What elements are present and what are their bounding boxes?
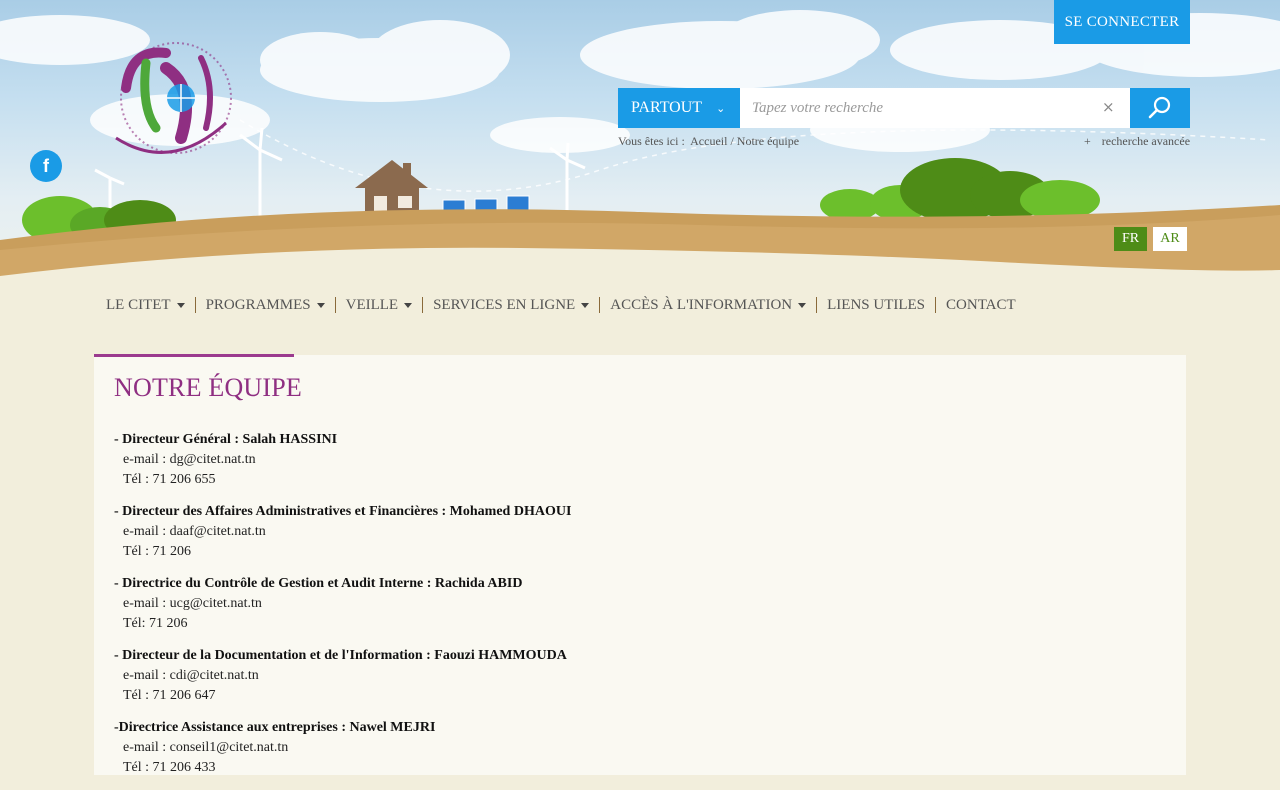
caret-down-icon [176, 302, 185, 308]
search-scope-label: PARTOUT [631, 99, 703, 116]
breadcrumb-separator: / [730, 134, 734, 148]
facebook-icon[interactable]: f [30, 150, 62, 182]
advanced-search-label: recherche avancée [1101, 134, 1191, 148]
breadcrumb-prefix: Vous êtes ici : [618, 134, 685, 148]
member-phone: Tél : 71 206 655 [123, 472, 216, 487]
nav-item-label: SERVICES EN LIGNE [433, 296, 576, 313]
member-email: e-mail : daaf@citet.nat.tn [123, 524, 266, 539]
nav-item-label: PROGRAMMES [205, 296, 311, 313]
member-role: - Directeur de la Documentation et de l'… [114, 648, 567, 663]
nav-item-services-en-ligne[interactable]: SERVICES EN LIGNE [422, 297, 599, 313]
member-phone: Tél : 71 206 433 [123, 760, 216, 775]
member-role: -Directrice Assistance aux entreprises :… [114, 720, 436, 735]
nav-item-contact[interactable]: CONTACT [935, 297, 1026, 313]
clear-search-icon[interactable]: × [1102, 98, 1115, 116]
caret-down-icon [404, 302, 413, 308]
breadcrumb-home-link[interactable]: Accueil [690, 134, 727, 148]
search-scope-dropdown[interactable]: PARTOUT ⌄ [618, 88, 740, 128]
nav-item-label: LE CITET [106, 296, 171, 313]
member-phone: Tél: 71 206 [123, 616, 188, 631]
breadcrumb: Vous êtes ici : Accueil / Notre équipe [618, 134, 799, 149]
team-member: - Directeur des Affaires Administratives… [114, 502, 571, 562]
login-button[interactable]: SE CONNECTER [1054, 0, 1190, 44]
member-role: - Directeur des Affaires Administratives… [114, 504, 572, 519]
chevron-down-icon: ⌄ [716, 101, 726, 115]
team-member: - Directeur Général : Salah HASSINI e-ma… [114, 430, 571, 490]
caret-down-icon [581, 302, 590, 308]
caret-down-icon [798, 302, 807, 308]
plus-icon: + [1084, 134, 1091, 148]
member-email: e-mail : cdi@citet.nat.tn [123, 668, 259, 683]
member-phone: Tél : 71 206 647 [123, 688, 216, 703]
citet-logo [115, 42, 232, 154]
team-member: - Directeur de la Documentation et de l'… [114, 646, 571, 706]
team-member: -Directrice Assistance aux entreprises :… [114, 718, 571, 778]
nav-item-liens-utiles[interactable]: LIENS UTILES [816, 297, 935, 313]
nav-item-label: ACCÈS À L'INFORMATION [610, 296, 793, 313]
nav-item-le-citet[interactable]: LE CITET [96, 297, 195, 313]
title-accent-bar [94, 354, 294, 357]
search-button[interactable] [1130, 88, 1190, 128]
language-fr-button[interactable]: FR [1114, 227, 1147, 251]
team-member: - Directrice du Contrôle de Gestion et A… [114, 574, 571, 634]
bushes-right [820, 158, 1100, 222]
member-email: e-mail : conseil1@citet.nat.tn [123, 740, 289, 755]
content-panel: NOTRE ÉQUIPE - Directeur Général : Salah… [94, 355, 1186, 775]
header-banner: f SE CONNECTER PARTOUT ⌄ × Vous êtes ici… [0, 0, 1280, 285]
search-icon [1148, 96, 1171, 119]
member-email: e-mail : ucg@citet.nat.tn [123, 596, 262, 611]
search-bar: PARTOUT ⌄ × [618, 88, 1190, 128]
nav-item-label: VEILLE [345, 296, 399, 313]
main-navigation: LE CITET PROGRAMMES VEILLE SERVICES EN L… [96, 292, 1026, 318]
nav-item-veille[interactable]: VEILLE [334, 296, 422, 313]
nav-item-label: LIENS UTILES [827, 296, 926, 313]
member-phone: Tél : 71 206 [123, 544, 192, 559]
search-input[interactable] [740, 88, 1130, 128]
nav-item-acces-information[interactable]: ACCÈS À L'INFORMATION [599, 297, 816, 313]
language-ar-button[interactable]: AR [1153, 227, 1187, 251]
nav-item-programmes[interactable]: PROGRAMMES [194, 296, 335, 313]
page-title: NOTRE ÉQUIPE [114, 373, 302, 402]
member-role: - Directeur Général : Salah HASSINI [114, 432, 338, 447]
advanced-search-link[interactable]: + recherche avancée [1084, 134, 1190, 149]
breadcrumb-current: Notre équipe [736, 134, 800, 148]
caret-down-icon [316, 302, 325, 308]
team-list: - Directeur Général : Salah HASSINI e-ma… [114, 430, 571, 790]
member-role: - Directrice du Contrôle de Gestion et A… [114, 576, 523, 591]
member-email: e-mail : dg@citet.nat.tn [123, 452, 256, 467]
nav-item-label: CONTACT [946, 296, 1016, 313]
